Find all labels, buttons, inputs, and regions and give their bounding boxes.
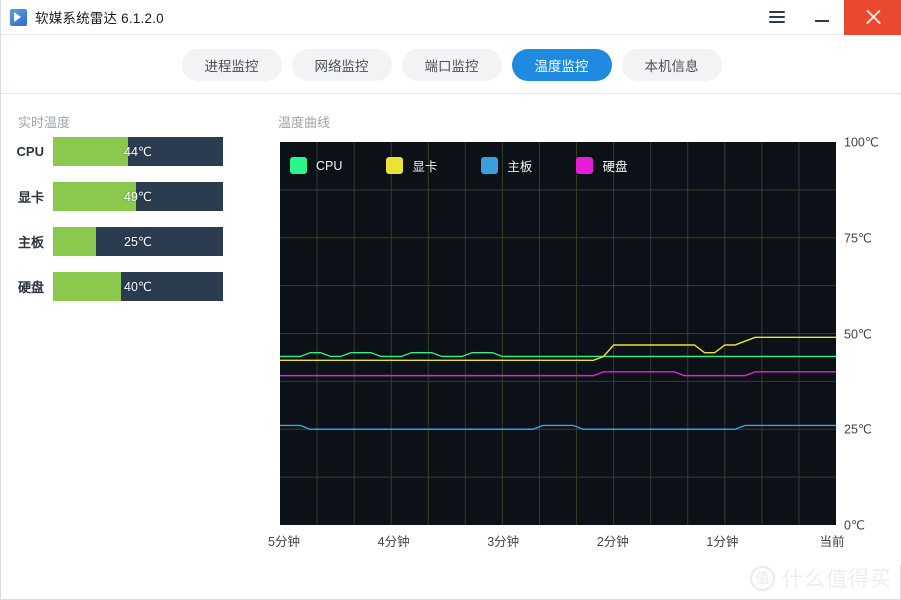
temp-bar-track: 25℃ xyxy=(53,227,223,256)
chart-x-axis: 5分钟 4分钟 3分钟 2分钟 1分钟 当前 xyxy=(268,531,844,551)
content-area: 实时温度 温度曲线 CPU 44℃ 显卡 49℃ 主板 25℃ 硬盘 40℃ CPU 显卡 主板硬… xyxy=(1,95,901,565)
legend-swatch xyxy=(386,157,404,174)
close-button[interactable] xyxy=(844,0,901,35)
temp-bar-track: 40℃ xyxy=(53,272,223,301)
realtime-temp-title: 实时温度 xyxy=(18,115,71,130)
chart-y-axis: 100℃ 75℃ 50℃ 25℃ 0℃ xyxy=(844,136,899,533)
tab-system-info[interactable]: 本机信息 xyxy=(621,48,722,81)
minimize-button[interactable] xyxy=(799,0,844,35)
temp-bar-track: 49℃ xyxy=(53,182,223,211)
x-tick-label: 当前 xyxy=(819,535,845,549)
nav-tabs: 进程监控 网络监控 端口监控 温度监控 本机信息 xyxy=(1,36,901,94)
temp-bar-label: 硬盘 xyxy=(17,280,44,295)
tab-network[interactable]: 网络监控 xyxy=(291,48,392,81)
temp-bar-row: CPU 44℃ xyxy=(1,137,261,166)
menu-button[interactable] xyxy=(754,0,799,35)
temperature-chart: CPU 显卡 主板 硬盘 xyxy=(280,142,836,525)
minimize-icon xyxy=(814,20,829,22)
chart-line-CPU xyxy=(280,353,836,357)
watermark: 值 什么值得买 xyxy=(750,563,892,593)
temp-bar-value: 49℃ xyxy=(124,190,152,204)
x-tick-label: 1分钟 xyxy=(706,535,739,549)
legend-label: CPU xyxy=(316,158,343,173)
legend-swatch xyxy=(290,157,307,174)
legend-item: 硬盘 xyxy=(576,156,627,175)
temp-bar-row: 主板 25℃ xyxy=(1,227,261,256)
temp-bar-label: 显卡 xyxy=(17,190,44,205)
legend-label: 主板 xyxy=(507,160,533,174)
legend-item: 显卡 xyxy=(386,156,437,175)
temp-bar-row: 硬盘 40℃ xyxy=(1,272,261,301)
temp-bar-track: 44℃ xyxy=(53,137,223,166)
y-tick-label: 100℃ xyxy=(844,135,879,150)
temp-bar-row: 显卡 49℃ xyxy=(1,182,261,211)
temperature-bars: CPU 44℃ 显卡 49℃ 主板 25℃ 硬盘 40℃ xyxy=(1,137,261,317)
x-tick-label: 5分钟 xyxy=(268,535,300,549)
legend-item: 主板 xyxy=(481,156,532,175)
tab-port[interactable]: 端口监控 xyxy=(401,48,502,81)
y-tick-label: 75℃ xyxy=(844,231,872,246)
chart-legend: CPU 显卡 主板 硬盘 xyxy=(290,156,671,175)
legend-item: CPU xyxy=(290,157,342,174)
legend-label: 硬盘 xyxy=(602,160,628,174)
legend-label: 显卡 xyxy=(412,160,438,174)
y-tick-label: 50℃ xyxy=(844,327,872,341)
watermark-text: 什么值得买 xyxy=(782,568,892,591)
temp-bar-value: 40℃ xyxy=(124,280,152,294)
y-tick-label: 0℃ xyxy=(844,518,865,533)
close-icon xyxy=(864,8,883,27)
tab-temperature[interactable]: 温度监控 xyxy=(511,48,612,81)
temp-bar-label: CPU xyxy=(16,144,44,159)
chart-line-主板 xyxy=(280,425,836,429)
x-tick-label: 2分钟 xyxy=(596,535,629,549)
temp-bar-value: 25℃ xyxy=(124,235,152,249)
temp-bar-label: 主板 xyxy=(17,235,44,250)
legend-swatch xyxy=(576,157,594,174)
radar-icon xyxy=(10,8,27,26)
watermark-badge: 值 xyxy=(750,565,775,591)
legend-swatch xyxy=(481,157,499,174)
title-bar: 软媒系统雷达 6.1.2.0 xyxy=(1,0,901,35)
window-title: 软媒系统雷达 6.1.2.0 xyxy=(35,11,164,26)
chart-series-layer xyxy=(280,142,836,525)
tab-process[interactable]: 进程监控 xyxy=(181,48,282,81)
hamburger-icon xyxy=(768,11,785,23)
x-tick-label: 4分钟 xyxy=(377,535,410,549)
x-tick-label: 3分钟 xyxy=(487,535,520,549)
temp-bar-value: 44℃ xyxy=(124,145,152,159)
y-tick-label: 25℃ xyxy=(844,422,872,437)
app-window: 软媒系统雷达 6.1.2.0 进程监控 网络监控 端口监控 温度监控 本机信息 … xyxy=(0,0,901,600)
window-controls xyxy=(754,0,901,35)
chart-line-硬盘 xyxy=(280,372,836,376)
temp-curve-title: 温度曲线 xyxy=(278,115,331,130)
